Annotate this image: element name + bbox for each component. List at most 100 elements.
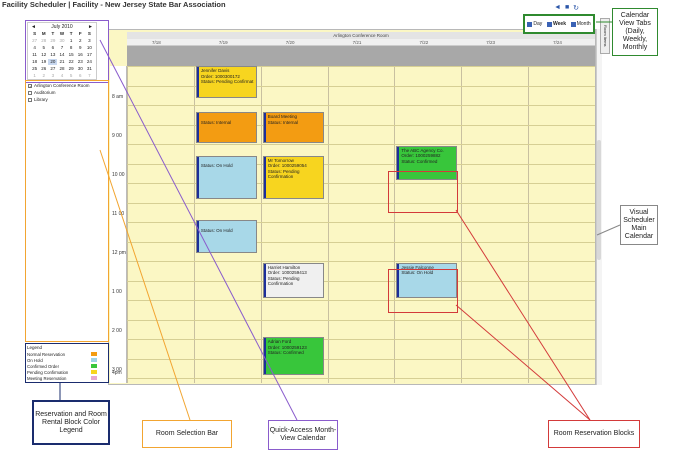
day-header[interactable]: 7/20	[261, 39, 328, 45]
room-bar-highlight	[25, 80, 109, 342]
save-icon[interactable]: ■	[565, 4, 569, 12]
mini-calendar-day[interactable]: 16	[76, 52, 85, 58]
room-item[interactable]: Library	[28, 96, 108, 103]
mini-calendar-day[interactable]: 10	[85, 45, 94, 51]
mini-calendar-day[interactable]: 3	[48, 73, 57, 79]
mini-calendar-day[interactable]: 6	[48, 45, 57, 51]
mini-calendar-day[interactable]: 1	[67, 38, 76, 44]
day-header[interactable]: 7/23	[461, 39, 528, 45]
reservation-block[interactable]: Board Meeting Status: Internal	[262, 112, 324, 144]
annotation-legend: Reservation and Room Rental Block Color …	[32, 400, 110, 445]
scrollbar-thumb[interactable]	[597, 140, 601, 260]
mini-calendar-day[interactable]: 24	[85, 59, 94, 65]
mini-calendar-day[interactable]: 7	[57, 45, 66, 51]
view-tab-day[interactable]: Day	[527, 21, 542, 27]
legend-swatch	[91, 358, 97, 362]
mini-calendar-day[interactable]: 22	[67, 59, 76, 65]
mini-calendar-day[interactable]: 29	[48, 38, 57, 44]
annotation-month-view: Quick-Access Month-View Calendar	[268, 420, 338, 450]
legend-label: On Hold	[27, 357, 43, 363]
mini-calendar-day[interactable]: 8	[67, 45, 76, 51]
mini-calendar-dow: T	[51, 31, 55, 36]
day-column[interactable]	[327, 66, 395, 383]
time-slot-line	[127, 202, 595, 204]
room-checkbox[interactable]	[28, 97, 32, 102]
next-month-icon[interactable]: ►	[88, 24, 93, 30]
prev-month-icon[interactable]: ◄	[31, 24, 36, 30]
reservation-block[interactable]: Adrian Ford Order: 1000259123 Status: Conf…	[262, 337, 324, 375]
day-header[interactable]: 7/19	[194, 39, 261, 45]
time-slot-line	[127, 105, 595, 106]
view-tabs: Day Week Month	[523, 14, 595, 34]
reservation-block[interactable]: The ABC Agency Co. Order: 1000259882 Statu…	[396, 145, 458, 180]
mini-calendar-day[interactable]: 5	[39, 45, 48, 51]
mini-calendar-day[interactable]: 4	[57, 73, 66, 79]
mini-calendar-day[interactable]: 23	[76, 59, 85, 65]
back-icon[interactable]: ◄	[554, 4, 561, 12]
reservation-block[interactable]: Jennifer Davis Order: 1000300172 Status: P…	[195, 66, 257, 98]
day-header[interactable]: 7/22	[394, 39, 461, 45]
mini-calendar-day[interactable]: 19	[39, 59, 48, 65]
reservation-line: Status: Internal	[267, 119, 298, 125]
mini-calendar-day[interactable]: 18	[30, 59, 39, 65]
reservation-block[interactable]: Harriet Hamilton Order: 1000259413 Status:…	[262, 262, 324, 299]
toolbar-icons: ◄ ■ ↻	[554, 4, 579, 12]
room-item[interactable]: ✓ Arlington Conference Room	[28, 82, 108, 89]
mini-calendar-day[interactable]: 2	[39, 73, 48, 79]
day-header[interactable]: 7/24	[528, 39, 595, 45]
day-column[interactable]	[127, 66, 194, 383]
mini-calendar-day[interactable]: 14	[57, 52, 66, 58]
view-tab-month[interactable]: Month	[570, 21, 591, 27]
mini-calendar-day[interactable]: 3	[85, 38, 94, 44]
time-slot-line	[127, 300, 595, 301]
mini-calendar-day[interactable]: 6	[76, 73, 85, 79]
day-header[interactable]: 7/18	[127, 39, 194, 45]
mini-calendar-day[interactable]: 17	[85, 52, 94, 58]
mini-calendar-day[interactable]: 30	[76, 66, 85, 72]
mini-calendar-day[interactable]: 9	[76, 45, 85, 51]
mini-calendar-day[interactable]: 28	[39, 38, 48, 44]
annotation-main-calendar: Visual Scheduler Main Calendar	[620, 205, 658, 245]
day-header[interactable]: 7/21	[328, 39, 395, 45]
day-column[interactable]	[394, 66, 461, 383]
mini-calendar-day[interactable]: 27	[30, 38, 39, 44]
refresh-icon[interactable]: ↻	[573, 4, 579, 12]
mini-calendar-day[interactable]: 5	[67, 73, 76, 79]
day-column[interactable]	[528, 66, 595, 383]
reservation-block[interactable]: Status: Internal	[195, 112, 257, 144]
mini-calendar-day[interactable]: 31	[85, 66, 94, 72]
reservation-block[interactable]: Mr Tomorrow Order: 1000259054 Status: Pend…	[262, 155, 324, 199]
mini-calendar-day[interactable]: 1	[30, 73, 39, 79]
mini-calendar-day[interactable]: 30	[57, 38, 66, 44]
time-column	[110, 66, 127, 383]
view-tab-week[interactable]: Week	[547, 21, 566, 27]
mini-calendar-day[interactable]: 27	[48, 66, 57, 72]
room-label: Auditorium	[34, 90, 56, 95]
mini-calendar-day[interactable]: 13	[48, 52, 57, 58]
mini-calendar-day[interactable]: 29	[67, 66, 76, 72]
room-checkbox[interactable]	[28, 90, 32, 95]
mini-calendar-day[interactable]: 12	[39, 52, 48, 58]
mini-calendar-day[interactable]: 4	[30, 45, 39, 51]
room-item[interactable]: Auditorium	[28, 89, 108, 96]
time-slot-line	[127, 319, 595, 321]
mini-calendar-day[interactable]: 7	[85, 73, 94, 79]
mini-calendar-day[interactable]: 21	[57, 59, 66, 65]
mini-calendar-day[interactable]: 25	[30, 66, 39, 72]
mini-calendar-day[interactable]: 2	[76, 38, 85, 44]
reservation-block[interactable]: Status: On Hold	[195, 220, 257, 254]
legend-swatch	[91, 370, 97, 374]
mini-calendar-day[interactable]: 11	[30, 52, 39, 58]
legend-swatch	[91, 376, 97, 380]
room-checkbox[interactable]: ✓	[28, 83, 32, 88]
mini-calendar-day[interactable]: 28	[57, 66, 66, 72]
day-column[interactable]	[461, 66, 528, 383]
mini-calendar-day[interactable]: 26	[39, 66, 48, 72]
room-items-tab[interactable]: Room Items	[600, 18, 610, 54]
reservation-block[interactable]: Jessie Falconne Status: On Hold	[396, 262, 458, 299]
reservation-line: Status: On Hold	[401, 270, 434, 276]
mini-calendar-day[interactable]: 20	[48, 59, 58, 65]
reservation-block[interactable]: Status: On Hold	[195, 155, 257, 199]
mini-calendar-day[interactable]: 15	[67, 52, 76, 58]
time-slot-line	[127, 144, 595, 145]
